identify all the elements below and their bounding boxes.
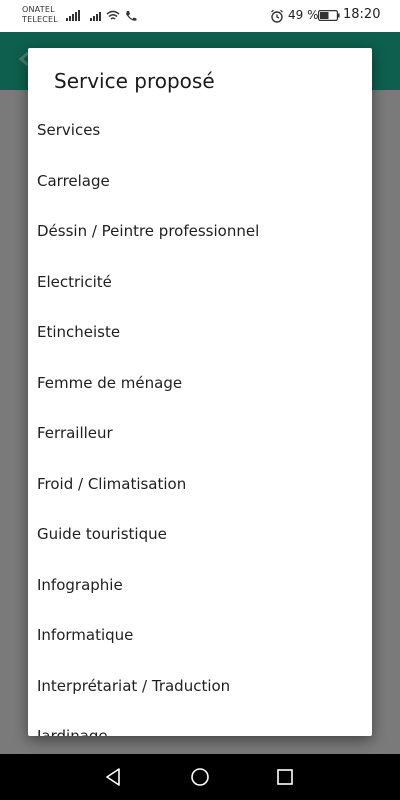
list-item-infographie[interactable]: Infographie [28, 560, 372, 611]
call-icon [126, 11, 137, 21]
list-item-froid-climatisation[interactable]: Froid / Climatisation [28, 459, 372, 510]
alarm-icon [271, 9, 283, 23]
list-item-jardinage[interactable]: Jardinage [28, 711, 372, 736]
nav-recents-icon[interactable] [276, 768, 294, 786]
signal-strength-2-icon [90, 12, 101, 21]
battery-percent: 49 % [288, 8, 319, 22]
dialog-title: Service proposé [54, 69, 215, 93]
list-item-electricite[interactable]: Electricité [28, 257, 372, 308]
list-item-services[interactable]: Services [28, 105, 372, 156]
carrier-names: ONATEL TELECEL [22, 5, 58, 25]
list-item-etincheiste[interactable]: Etincheiste [28, 307, 372, 358]
navigation-bar [0, 754, 400, 800]
status-bar: ONATEL TELECEL 49 % 18:20 [0, 0, 400, 32]
list-item-ferrailleur[interactable]: Ferrailleur [28, 408, 372, 459]
list-item-informatique[interactable]: Informatique [28, 610, 372, 661]
signal-strength-icon [66, 10, 80, 21]
list-item-guide-touristique[interactable]: Guide touristique [28, 509, 372, 560]
carrier-2: TELECEL [22, 15, 58, 24]
service-dialog: Service proposé Services Carrelage Déssi… [28, 48, 372, 736]
clock: 18:20 [343, 7, 381, 22]
list-item-interpretariat[interactable]: Interprétariat / Traduction [28, 661, 372, 712]
list-item-femme-de-menage[interactable]: Femme de ménage [28, 358, 372, 409]
service-list[interactable]: Services Carrelage Déssin / Peintre prof… [28, 105, 372, 736]
list-item-carrelage[interactable]: Carrelage [28, 156, 372, 207]
wifi-icon [106, 10, 120, 20]
battery-icon [318, 10, 340, 21]
list-item-dessin-peintre[interactable]: Déssin / Peintre professionnel [28, 206, 372, 257]
carrier-1: ONATEL [22, 5, 55, 14]
nav-back-icon[interactable] [104, 767, 124, 787]
nav-home-icon[interactable] [190, 767, 210, 787]
